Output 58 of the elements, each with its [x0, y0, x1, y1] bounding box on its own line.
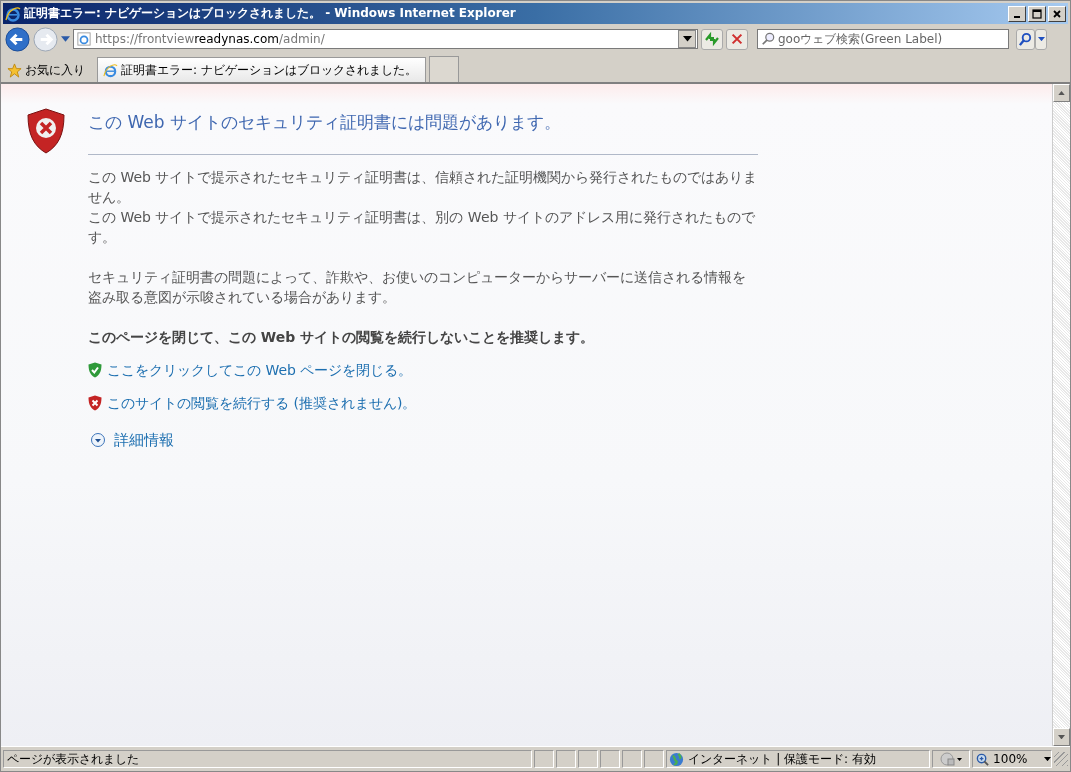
- shield-error-icon: [88, 395, 102, 411]
- refresh-button[interactable]: [701, 28, 723, 50]
- error-text: この Web サイトで提示されたセキュリティ証明書は、別の Web サイトのアドレス用に発行されたものです。: [88, 208, 756, 247]
- shield-error-icon: [26, 108, 66, 154]
- stop-button[interactable]: [726, 28, 748, 50]
- star-icon: [7, 62, 22, 78]
- search-icon: [1018, 31, 1033, 47]
- dropdown-button[interactable]: [678, 30, 696, 48]
- status-text: ページが表示されました: [3, 750, 533, 768]
- error-text: この Web サイトで提示されたセキュリティ証明書は、信頼された証明機関から発行されたものではありません。: [88, 168, 758, 207]
- maximize-icon: [1031, 7, 1043, 20]
- shield-check-icon: [88, 362, 102, 378]
- link[interactable]: ここをクリックしてこの Web ページを閉じる。: [107, 360, 413, 380]
- browser-logo-icon: [5, 5, 21, 22]
- browser-logo-icon: [103, 62, 118, 78]
- window-title: 証明書エラー: ナビゲーションはブロックされました。 - Windows Internet Explorer: [24, 5, 517, 22]
- scroll-down-icon[interactable]: [1058, 734, 1065, 740]
- search-options-button[interactable]: [1035, 28, 1047, 50]
- status-pane: [622, 750, 643, 768]
- security-zone-text: インターネット | 保護モード: 有効: [688, 750, 876, 768]
- refresh-icon: [704, 31, 720, 47]
- status-pane: [556, 750, 577, 768]
- protected-mode-button[interactable]: [932, 750, 971, 768]
- back-button[interactable]: [5, 26, 30, 52]
- close-icon: [730, 32, 744, 46]
- search-icon: [761, 32, 775, 46]
- globe-icon: [669, 751, 685, 767]
- caret-icon: [1037, 36, 1045, 42]
- error-text: セキュリティ証明書の問題によって、詐欺や、お使いのコンピューターからサーバーに送信される情報を盗み取る意図が示唆されている場合があります。: [88, 268, 747, 307]
- zoom-icon: [976, 752, 990, 766]
- favorites-button[interactable]: お気に入り: [7, 58, 97, 82]
- url-text: https://frontviewreadynas.com/admin/: [95, 32, 326, 46]
- status-pane: [644, 750, 665, 768]
- caret-icon: [1044, 756, 1052, 762]
- address-bar[interactable]: https://frontviewreadynas.com/admin/: [73, 29, 698, 49]
- scroll-up-icon[interactable]: [1058, 90, 1065, 96]
- page-icon: [77, 32, 91, 46]
- expand-icon[interactable]: [90, 432, 106, 448]
- link[interactable]: このサイトの閲覧を続行する (推奨されません)。: [107, 393, 417, 413]
- search-field[interactable]: gooウェブ検索(Green Label): [757, 29, 1009, 49]
- recommendation-text: このページを閉じて、この Web サイトの閲覧を続行しないことを推奨します。: [88, 328, 596, 347]
- search-button[interactable]: [1016, 28, 1035, 50]
- status-pane: [578, 750, 599, 768]
- dropdown-caret-icon[interactable]: [61, 36, 70, 42]
- status-pane: [600, 750, 621, 768]
- maximize-button[interactable]: [1028, 5, 1046, 22]
- error-heading: この Web サイトのセキュリティ証明書には問題があります。: [88, 111, 562, 134]
- minimize-button[interactable]: [1008, 5, 1026, 22]
- close-button[interactable]: [1048, 5, 1066, 22]
- close-icon: [1051, 7, 1063, 20]
- status-pane: [534, 750, 555, 768]
- caret-icon: [682, 36, 692, 42]
- more-info-link[interactable]: 詳細情報: [114, 430, 174, 450]
- zoom-button[interactable]: 100%: [972, 750, 1053, 768]
- minimize-icon: [1014, 15, 1020, 18]
- vertical-scrollbar[interactable]: [1052, 84, 1070, 746]
- resize-grip-icon[interactable]: [1054, 752, 1068, 766]
- browser-tab[interactable]: 証明書エラー: ナビゲーションはブロックされました。: [97, 57, 426, 82]
